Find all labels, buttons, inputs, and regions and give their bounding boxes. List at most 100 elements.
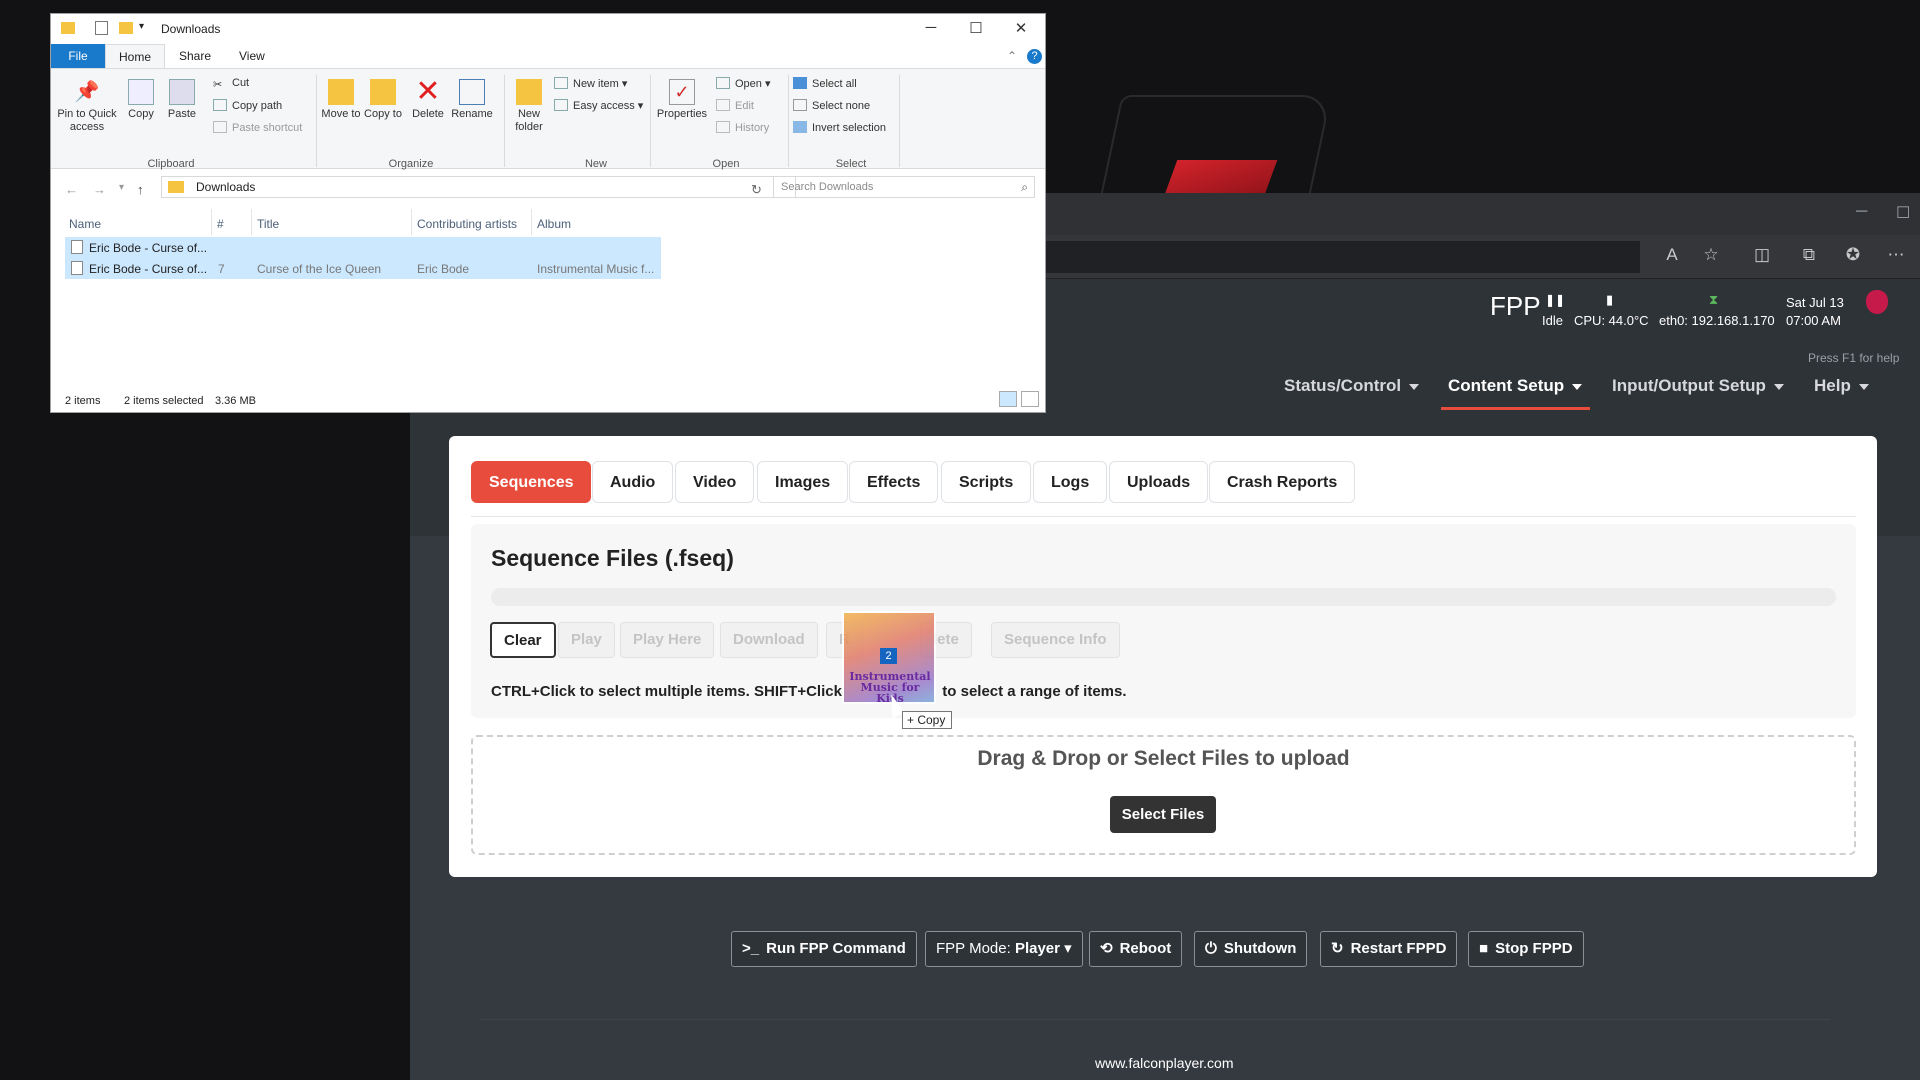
select-none-button[interactable]: Select none xyxy=(793,99,870,112)
tab-scripts[interactable]: Scripts xyxy=(941,461,1032,503)
sequence-info-button[interactable]: Sequence Info xyxy=(991,622,1120,658)
copy-path-button[interactable]: Copy path xyxy=(213,99,282,112)
shutdown-label: Shutdown xyxy=(1223,940,1297,957)
more-menu-icon[interactable]: ⋯ xyxy=(1884,243,1908,267)
pin-quick-access-button[interactable]: 📌 Pin to Quick access xyxy=(57,79,117,134)
tab-divider xyxy=(471,516,1856,517)
search-input[interactable]: Search Downloads ⌕ xyxy=(773,176,1035,198)
ribbon-collapse-icon[interactable]: ⌃ xyxy=(1007,49,1017,63)
ribbon-tabs: File Home Share View ⌃ ? xyxy=(51,44,1045,69)
drop-zone[interactable]: Drag & Drop or Select Files to upload xyxy=(471,735,1856,855)
forward-arrow-icon[interactable]: → xyxy=(93,182,106,197)
fpp-logo[interactable]: FPP xyxy=(1490,291,1541,322)
easy-access-button[interactable]: Easy access ▾ xyxy=(554,99,643,112)
copy-to-button[interactable]: Copy to xyxy=(363,79,403,121)
tab-file[interactable]: File xyxy=(51,44,105,68)
reboot-button[interactable]: ⟲ Reboot xyxy=(1089,931,1183,967)
select-all-button[interactable]: Select all xyxy=(793,77,857,90)
explorer-close-button[interactable]: ✕ xyxy=(999,19,1043,37)
explorer-minimize-button[interactable]: ─ xyxy=(909,19,953,36)
nav-status-control[interactable]: Status/Control xyxy=(1284,376,1419,396)
tab-crash-reports[interactable]: Crash Reports xyxy=(1209,461,1356,503)
browser-maximize-button[interactable]: ☐ xyxy=(1896,203,1910,223)
table-row[interactable]: Eric Bode - Curse of... xyxy=(65,237,661,258)
up-arrow-icon[interactable]: ↑ xyxy=(137,182,144,197)
open-button[interactable]: Open ▾ xyxy=(716,77,771,90)
edit-button[interactable]: Edit xyxy=(716,99,754,112)
new-folder-button[interactable]: New folder xyxy=(509,79,549,134)
footer-link[interactable]: www.falconplayer.com xyxy=(1095,1055,1234,1071)
history-button[interactable]: History xyxy=(716,121,769,134)
large-icons-view-icon[interactable] xyxy=(1021,391,1039,407)
tab-video[interactable]: Video xyxy=(675,461,755,503)
row-artists: Eric Bode xyxy=(417,262,470,276)
column-number[interactable]: # xyxy=(217,217,224,231)
stop-fppd-button[interactable]: ■ Stop FPPD xyxy=(1468,931,1584,967)
quick-access-dropdown-icon[interactable]: ▾ xyxy=(139,21,144,32)
download-button[interactable]: Download xyxy=(720,622,818,658)
rename-file-button[interactable]: Rename xyxy=(450,79,494,121)
tab-share[interactable]: Share xyxy=(179,49,211,63)
tab-view[interactable]: View xyxy=(239,49,265,63)
column-name[interactable]: Name xyxy=(69,217,101,231)
group-separator xyxy=(504,75,505,167)
play-here-button[interactable]: Play Here xyxy=(620,622,715,658)
nav-content-setup[interactable]: Content Setup xyxy=(1448,376,1582,396)
cut-button[interactable]: ✂ Cut xyxy=(213,77,249,91)
tab-home[interactable]: Home xyxy=(105,44,165,69)
paste-button[interactable]: Paste xyxy=(164,79,200,121)
browser-minimize-button[interactable]: ─ xyxy=(1856,203,1867,221)
network-address: eth0: 192.168.1.170 xyxy=(1659,313,1775,328)
clear-button[interactable]: Clear xyxy=(490,622,556,658)
raspberry-pi-icon xyxy=(1866,290,1888,314)
invert-selection-button[interactable]: Invert selection xyxy=(793,121,886,134)
split-screen-icon[interactable]: ◫ xyxy=(1750,243,1774,267)
breadcrumb[interactable]: Downloads xyxy=(161,176,796,198)
open-icon xyxy=(716,77,730,89)
details-view-icon[interactable] xyxy=(999,391,1017,407)
column-contributing-artists[interactable]: Contributing artists xyxy=(417,217,517,231)
read-aloud-icon[interactable]: A xyxy=(1660,243,1684,267)
selection-hint-left: CTRL+Click to select multiple items. SHI… xyxy=(491,683,842,700)
column-album[interactable]: Album xyxy=(537,217,571,231)
delete-file-button[interactable]: ✕ Delete xyxy=(408,75,448,121)
restart-fppd-button[interactable]: ↻ Restart FPPD xyxy=(1320,931,1458,967)
table-row[interactable]: Eric Bode - Curse of... 7 Curse of the I… xyxy=(65,258,661,279)
help-icon[interactable]: ? xyxy=(1027,49,1042,64)
play-button[interactable]: Play xyxy=(558,622,615,658)
explorer-maximize-button[interactable]: ☐ xyxy=(954,19,998,37)
recent-locations-icon[interactable]: ▾ xyxy=(119,182,124,193)
select-files-button[interactable]: Select Files xyxy=(1110,796,1216,833)
extensions-icon[interactable]: ✪ xyxy=(1841,243,1865,267)
tab-effects[interactable]: Effects xyxy=(849,461,939,503)
properties-quick-icon[interactable] xyxy=(95,21,108,35)
tab-images[interactable]: Images xyxy=(757,461,849,503)
collections-icon[interactable]: ⧉ xyxy=(1797,243,1821,267)
tab-audio[interactable]: Audio xyxy=(592,461,674,503)
favorite-star-icon[interactable]: ☆ xyxy=(1699,243,1723,267)
back-arrow-icon[interactable]: ← xyxy=(65,182,78,197)
paste-shortcut-button[interactable]: Paste shortcut xyxy=(213,121,302,134)
fpp-mode-select[interactable]: FPP Mode: Player ▾ xyxy=(925,931,1083,967)
file-explorer-window: ▾ Downloads ─ ☐ ✕ File Home Share View ⌃… xyxy=(50,13,1046,413)
nav-input-output-setup[interactable]: Input/Output Setup xyxy=(1612,376,1784,396)
fpp-state: Idle xyxy=(1542,313,1563,328)
cpu-temp: CPU: 44.0°C xyxy=(1574,313,1649,328)
breadcrumb-downloads[interactable]: Downloads xyxy=(196,180,255,194)
refresh-icon[interactable]: ↻ xyxy=(751,182,762,198)
run-fpp-command-button[interactable]: >_ Run FPP Command xyxy=(731,931,917,967)
column-divider xyxy=(251,209,252,235)
delete-x-icon: ✕ xyxy=(415,75,441,108)
tab-logs[interactable]: Logs xyxy=(1033,461,1108,503)
new-item-button[interactable]: New item ▾ xyxy=(554,77,627,90)
move-to-button[interactable]: Move to xyxy=(321,79,361,121)
nav-help[interactable]: Help xyxy=(1814,376,1869,396)
new-folder-quick-icon[interactable] xyxy=(119,22,133,34)
tab-uploads[interactable]: Uploads xyxy=(1109,461,1209,503)
copy-button[interactable]: Copy xyxy=(123,79,159,121)
group-separator xyxy=(650,75,651,167)
tab-sequences[interactable]: Sequences xyxy=(471,461,592,503)
properties-button[interactable]: ✓ Properties xyxy=(655,79,709,121)
shutdown-button[interactable]: ⏻ Shutdown xyxy=(1194,931,1308,967)
column-title[interactable]: Title xyxy=(257,217,279,231)
